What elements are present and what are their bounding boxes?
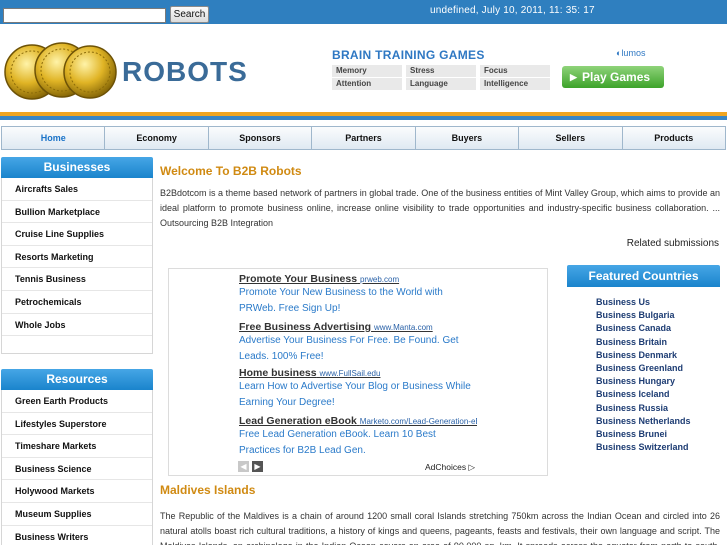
featured-country-link[interactable]: Business Greenland bbox=[596, 362, 691, 375]
sidebar-item-green-earth-products[interactable]: Green Earth Products bbox=[2, 390, 152, 413]
adchoices-link[interactable]: AdChoices ▷ bbox=[425, 462, 475, 473]
nav-partners[interactable]: Partners bbox=[312, 126, 416, 150]
search-input[interactable] bbox=[3, 8, 166, 23]
text-ad-unit[interactable]: Free Business Advertising www.Manta.com … bbox=[239, 321, 539, 365]
banner-ad-cell: Language bbox=[406, 78, 476, 90]
sidebar-item-petrochemicals[interactable]: Petrochemicals bbox=[2, 291, 152, 314]
text-ad-unit[interactable]: Promote Your Business prweb.com Promote … bbox=[239, 273, 539, 317]
maldives-heading: Maldives Islands bbox=[160, 483, 256, 497]
nav-sponsors[interactable]: Sponsors bbox=[208, 126, 313, 150]
lumos-brand-logo: ◐lumos bbox=[616, 48, 645, 58]
featured-country-link[interactable]: Business Netherlands bbox=[596, 415, 691, 428]
search-button[interactable]: Search bbox=[170, 6, 209, 23]
featured-countries-heading: Featured Countries bbox=[567, 265, 720, 287]
text-ad-title-text[interactable]: Home business bbox=[239, 367, 317, 379]
featured-country-link[interactable]: Business Switzerland bbox=[596, 441, 691, 454]
banner-ad-cell: Focus bbox=[480, 65, 550, 77]
main-nav: Home Economy Sponsors Partners Buyers Se… bbox=[1, 126, 726, 150]
featured-country-link[interactable]: Business Us bbox=[596, 296, 691, 309]
text-ad-unit[interactable]: Home business www.FullSail.edu Learn How… bbox=[239, 367, 539, 411]
resources-heading: Resources bbox=[1, 369, 153, 390]
text-ad-url[interactable]: www.Manta.com bbox=[374, 323, 433, 332]
featured-country-link[interactable]: Business Britain bbox=[596, 336, 691, 349]
featured-country-link[interactable]: Business Denmark bbox=[596, 349, 691, 362]
brain-training-banner-ad[interactable]: BRAIN TRAINING GAMES Memory Stress Focus… bbox=[326, 44, 671, 94]
featured-country-link[interactable]: Business Bulgaria bbox=[596, 309, 691, 322]
banner-ad-cell: Stress bbox=[406, 65, 476, 77]
text-ads-box: Promote Your Business prweb.com Promote … bbox=[168, 268, 548, 476]
play-games-button[interactable]: ▶ Play Games bbox=[562, 66, 664, 88]
sidebar-item-timeshare-markets[interactable]: Timeshare Markets bbox=[2, 435, 152, 458]
text-ad-title-text[interactable]: Free Business Advertising bbox=[239, 321, 371, 333]
businesses-list: Aircrafts Sales Bullion Marketplace Crui… bbox=[1, 178, 153, 354]
sidebar-item-museum-supplies[interactable]: Museum Supplies bbox=[2, 503, 152, 526]
sidebar-item-lifestyles-superstore[interactable]: Lifestyles Superstore bbox=[2, 413, 152, 436]
related-submissions-link[interactable]: Related submissions bbox=[627, 238, 719, 249]
sidebar-item-holywood-markets[interactable]: Holywood Markets bbox=[2, 480, 152, 503]
play-arrow-icon: ▶ bbox=[570, 72, 577, 82]
coins-logo-icon bbox=[4, 42, 117, 100]
site-logo-text[interactable]: ROBOTS bbox=[122, 56, 248, 88]
sidebar-item-whole-jobs[interactable]: Whole Jobs bbox=[2, 314, 152, 337]
text-ad-title[interactable]: Home business www.FullSail.edu bbox=[239, 367, 477, 379]
text-ad-body[interactable]: Advertise Your Business For Free. Be Fou… bbox=[239, 333, 471, 365]
featured-country-link[interactable]: Business Russia bbox=[596, 402, 691, 415]
nav-blue-stripe bbox=[0, 116, 727, 120]
featured-country-link[interactable]: Business Iceland bbox=[596, 388, 691, 401]
datetime-display: undefined, July 10, 2011, 11: 35: 17 bbox=[430, 5, 595, 16]
featured-country-link[interactable]: Business Hungary bbox=[596, 375, 691, 388]
play-games-label: Play Games bbox=[582, 70, 651, 84]
maldives-paragraph: The Republic of the Maldives is a chain … bbox=[160, 511, 720, 545]
adchoices-label[interactable]: AdChoices bbox=[425, 462, 466, 472]
featured-country-link[interactable]: Business Brunei bbox=[596, 428, 691, 441]
nav-buyers[interactable]: Buyers bbox=[415, 126, 520, 150]
featured-countries-list: Business Us Business Bulgaria Business C… bbox=[596, 296, 691, 454]
text-ad-url[interactable]: Marketo.com/Lead-Generation-eBook bbox=[360, 417, 477, 426]
text-ad-title-text[interactable]: Promote Your Business bbox=[239, 273, 357, 285]
page-title: Welcome To B2B Robots bbox=[160, 164, 302, 178]
resources-list: Green Earth Products Lifestyles Supersto… bbox=[1, 390, 153, 545]
sidebar-item-resorts-marketing[interactable]: Resorts Marketing bbox=[2, 246, 152, 269]
text-ad-unit[interactable]: Lead Generation eBook Marketo.com/Lead-G… bbox=[239, 415, 539, 459]
sidebar-item-bullion-marketplace[interactable]: Bullion Marketplace bbox=[2, 201, 152, 224]
banner-ad-title: BRAIN TRAINING GAMES bbox=[332, 48, 485, 62]
nav-economy[interactable]: Economy bbox=[105, 126, 209, 150]
sidebar-item-cruise-line-supplies[interactable]: Cruise Line Supplies bbox=[2, 223, 152, 246]
text-ad-body[interactable]: Free Lead Generation eBook. Learn 10 Bes… bbox=[239, 427, 471, 459]
lumos-brand-text: lumos bbox=[621, 48, 646, 58]
nav-sellers[interactable]: Sellers bbox=[519, 126, 623, 150]
banner-ad-cell: Intelligence bbox=[480, 78, 550, 90]
banner-ad-cell: Memory bbox=[332, 65, 402, 77]
nav-home[interactable]: Home bbox=[1, 126, 106, 150]
sidebar-item-business-science[interactable]: Business Science bbox=[2, 458, 152, 481]
businesses-heading: Businesses bbox=[1, 157, 153, 178]
featured-country-link[interactable]: Business Canada bbox=[596, 322, 691, 335]
adchoices-triangle-icon: ▷ bbox=[468, 462, 476, 472]
ad-next-arrow-icon[interactable]: ▶ bbox=[252, 461, 263, 472]
sidebar-item-aircrafts-sales[interactable]: Aircrafts Sales bbox=[2, 178, 152, 201]
text-ad-title-text[interactable]: Lead Generation eBook bbox=[239, 415, 357, 427]
ad-prev-arrow-icon[interactable]: ◀ bbox=[238, 461, 249, 472]
sidebar-item-tennis-business[interactable]: Tennis Business bbox=[2, 268, 152, 291]
text-ad-title[interactable]: Free Business Advertising www.Manta.com bbox=[239, 321, 477, 333]
text-ad-body[interactable]: Learn How to Advertise Your Blog or Busi… bbox=[239, 379, 471, 411]
text-ad-url[interactable]: prweb.com bbox=[360, 275, 399, 284]
text-ad-title[interactable]: Promote Your Business prweb.com bbox=[239, 273, 477, 285]
nav-products[interactable]: Products bbox=[622, 126, 726, 150]
intro-paragraph: B2Bdotcom is a theme based network of pa… bbox=[160, 188, 720, 228]
banner-ad-cell: Attention bbox=[332, 78, 402, 90]
sidebar-item-business-writers[interactable]: Business Writers bbox=[2, 526, 152, 545]
text-ad-body[interactable]: Promote Your New Business to the World w… bbox=[239, 285, 471, 317]
text-ad-title[interactable]: Lead Generation eBook Marketo.com/Lead-G… bbox=[239, 415, 477, 427]
text-ad-url[interactable]: www.FullSail.edu bbox=[320, 369, 381, 378]
